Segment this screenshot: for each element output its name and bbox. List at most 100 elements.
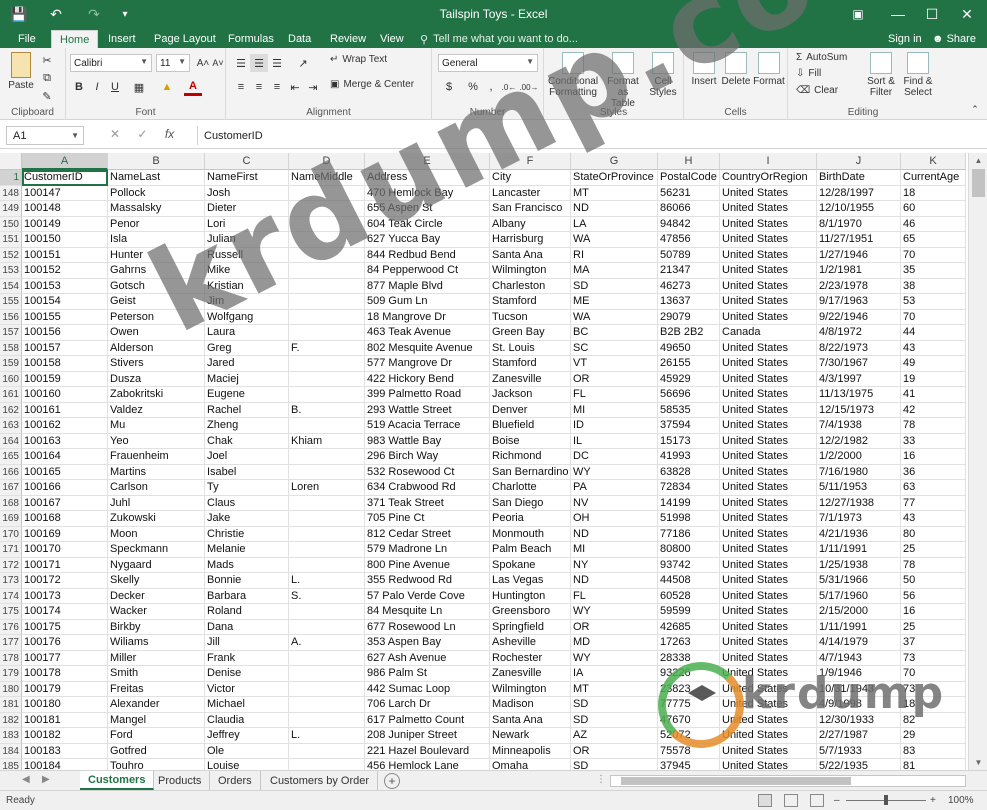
table-cell[interactable]: 57 Palo Verde Cove: [365, 588, 490, 604]
row-header[interactable]: 159: [0, 356, 22, 372]
borders-icon[interactable]: ▦: [130, 78, 148, 96]
table-cell[interactable]: 18 Mangrove Dr: [365, 309, 490, 325]
table-cell[interactable]: 42: [901, 402, 966, 418]
table-cell[interactable]: 100182: [22, 728, 108, 744]
table-cell[interactable]: 100152: [22, 263, 108, 279]
table-cell[interactable]: 77775: [658, 697, 720, 713]
table-cell[interactable]: 2/27/1987: [817, 728, 901, 744]
table-cell[interactable]: 12/2/1982: [817, 433, 901, 449]
table-cell[interactable]: United States: [720, 681, 817, 697]
tab-home[interactable]: Home: [51, 30, 99, 48]
table-cell[interactable]: 100160: [22, 387, 108, 403]
autosum-button[interactable]: Σ AutoSum: [796, 52, 847, 63]
row-header[interactable]: 168: [0, 495, 22, 511]
normal-view-icon[interactable]: [758, 794, 772, 807]
orientation-icon[interactable]: ↗: [294, 54, 312, 72]
header-cell[interactable]: NameLast: [108, 170, 205, 186]
table-cell[interactable]: United States: [720, 294, 817, 310]
table-cell[interactable]: Mike: [205, 263, 289, 279]
table-cell[interactable]: St. Louis: [490, 340, 571, 356]
table-cell[interactable]: 399 Palmetto Road: [365, 387, 490, 403]
table-cell[interactable]: 100167: [22, 495, 108, 511]
table-cell[interactable]: WY: [571, 604, 658, 620]
table-cell[interactable]: 16: [901, 604, 966, 620]
table-cell[interactable]: 86066: [658, 201, 720, 217]
table-cell[interactable]: 1/27/1946: [817, 247, 901, 263]
table-cell[interactable]: S.: [289, 588, 365, 604]
table-cell[interactable]: 47856: [658, 232, 720, 248]
table-cell[interactable]: Loren: [289, 480, 365, 496]
table-cell[interactable]: 100166: [22, 480, 108, 496]
merge-center-button[interactable]: ▣ Merge & Center: [330, 79, 414, 90]
table-cell[interactable]: 50789: [658, 247, 720, 263]
table-cell[interactable]: 53: [901, 294, 966, 310]
table-cell[interactable]: PA: [571, 480, 658, 496]
table-cell[interactable]: Michael: [205, 697, 289, 713]
table-cell[interactable]: Juhl: [108, 495, 205, 511]
table-cell[interactable]: 12/27/1938: [817, 495, 901, 511]
table-cell[interactable]: 19: [901, 371, 966, 387]
header-cell[interactable]: BirthDate: [817, 170, 901, 186]
table-cell[interactable]: Alexander: [108, 697, 205, 713]
table-cell[interactable]: L.: [289, 573, 365, 589]
table-cell[interactable]: Chak: [205, 433, 289, 449]
table-cell[interactable]: Jared: [205, 356, 289, 372]
zoom-in-icon[interactable]: +: [930, 795, 936, 806]
table-cell[interactable]: 25: [901, 619, 966, 635]
table-cell[interactable]: United States: [720, 433, 817, 449]
table-cell[interactable]: MD: [571, 635, 658, 651]
table-cell[interactable]: United States: [720, 635, 817, 651]
table-cell[interactable]: 7/30/1967: [817, 356, 901, 372]
table-cell[interactable]: 100181: [22, 712, 108, 728]
table-cell[interactable]: 5/17/1960: [817, 588, 901, 604]
table-cell[interactable]: 35: [901, 263, 966, 279]
worksheet-grid[interactable]: A B C D E F G H I J K 1 CustomerID NameLast NameFirst N…: [0, 153, 968, 770]
table-cell[interactable]: Nygaard: [108, 557, 205, 573]
table-cell[interactable]: SC: [571, 340, 658, 356]
currency-button[interactable]: $: [440, 78, 458, 96]
table-cell[interactable]: 442 Sumac Loop: [365, 681, 490, 697]
header-cell[interactable]: Address: [365, 170, 490, 186]
table-cell[interactable]: B.: [289, 402, 365, 418]
table-cell[interactable]: SD: [571, 759, 658, 770]
table-cell[interactable]: Maciej: [205, 371, 289, 387]
table-cell[interactable]: 706 Larch Dr: [365, 697, 490, 713]
table-cell[interactable]: ND: [571, 201, 658, 217]
table-cell[interactable]: United States: [720, 201, 817, 217]
table-cell[interactable]: Stamford: [490, 294, 571, 310]
tab-file[interactable]: File: [10, 30, 44, 48]
table-cell[interactable]: MA: [571, 263, 658, 279]
table-cell[interactable]: United States: [720, 495, 817, 511]
table-cell[interactable]: AZ: [571, 728, 658, 744]
table-cell[interactable]: 60: [901, 201, 966, 217]
table-cell[interactable]: United States: [720, 511, 817, 527]
table-cell[interactable]: [289, 495, 365, 511]
table-cell[interactable]: Denver: [490, 402, 571, 418]
table-cell[interactable]: 577 Mangrove Dr: [365, 356, 490, 372]
table-cell[interactable]: Dieter: [205, 201, 289, 217]
table-cell[interactable]: [289, 526, 365, 542]
table-cell[interactable]: 100153: [22, 278, 108, 294]
table-cell[interactable]: 28338: [658, 650, 720, 666]
table-cell[interactable]: Las Vegas: [490, 573, 571, 589]
table-cell[interactable]: OR: [571, 743, 658, 759]
copy-icon[interactable]: ⧉: [38, 69, 56, 87]
table-cell[interactable]: United States: [720, 449, 817, 465]
table-cell[interactable]: Greensboro: [490, 604, 571, 620]
table-cell[interactable]: Harrisburg: [490, 232, 571, 248]
previous-sheet-icon[interactable]: ◀: [22, 774, 30, 785]
table-cell[interactable]: Melanie: [205, 542, 289, 558]
table-cell[interactable]: 77186: [658, 526, 720, 542]
table-cell[interactable]: 100168: [22, 511, 108, 527]
table-cell[interactable]: 802 Mesquite Avenue: [365, 340, 490, 356]
increase-decimal-icon[interactable]: .0←: [500, 78, 518, 96]
row-header[interactable]: 170: [0, 526, 22, 542]
table-cell[interactable]: 37594: [658, 418, 720, 434]
shrink-font-icon[interactable]: A˅: [209, 54, 227, 72]
tab-formulas[interactable]: Formulas: [220, 30, 282, 48]
table-cell[interactable]: 70: [901, 309, 966, 325]
find-select-button[interactable]: Find & Select: [900, 52, 936, 98]
table-cell[interactable]: [289, 619, 365, 635]
table-cell[interactable]: Zanesville: [490, 666, 571, 682]
table-cell[interactable]: 49650: [658, 340, 720, 356]
